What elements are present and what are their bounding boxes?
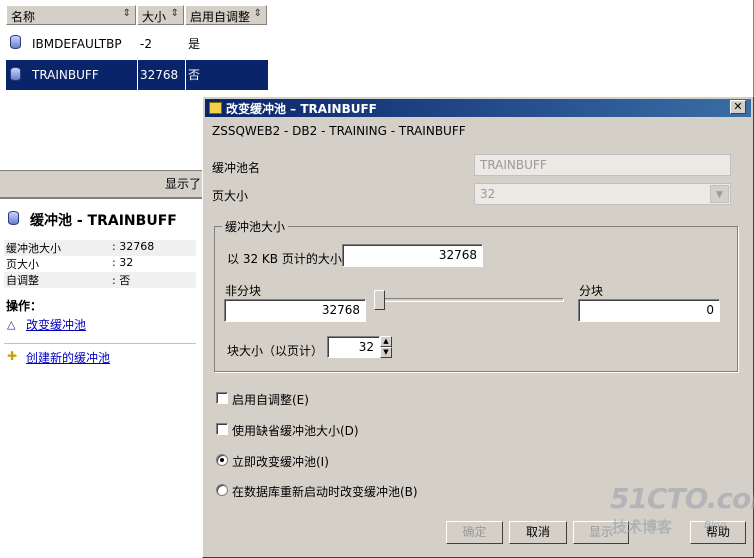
prop-value: : 否 (112, 274, 131, 287)
spin-down-icon[interactable]: ▼ (380, 347, 392, 358)
sort-icon: ⇕ (122, 8, 131, 19)
default-size-checkbox[interactable] (216, 423, 228, 435)
slider-track[interactable] (374, 298, 564, 302)
operations-heading: 操作： (6, 299, 43, 313)
add-icon: ✚ (7, 349, 18, 363)
page-size-select[interactable]: 32 (474, 183, 731, 205)
dialog-app-icon (209, 102, 222, 114)
dialog-title: 改变缓冲池 – TRAINBUFF (226, 102, 377, 116)
nonblock-label: 非分块 (225, 284, 262, 298)
database-icon (8, 211, 19, 225)
on-restart-label[interactable]: 在数据库重新启动时改变缓冲池(B) (232, 483, 418, 500)
prop-row: 缓冲池大小 : 32768 (4, 240, 196, 256)
block-input[interactable]: 0 (578, 299, 720, 322)
watermark-sub: 技术博客 (612, 518, 673, 536)
close-button[interactable]: ✕ (730, 100, 746, 114)
cell-divider (137, 60, 138, 90)
watermark-logo: 51CTO.com (610, 482, 754, 515)
block-label: 分块 (579, 284, 604, 298)
prop-label: 缓冲池大小 (6, 242, 61, 255)
nonblock-input[interactable]: 32768 (224, 299, 366, 322)
details-title: 缓冲池 - TRAINBUFF (30, 213, 177, 229)
auto-tune-label[interactable]: 启用自调整(E) (232, 391, 309, 408)
column-header-name[interactable]: 名称 ⇕ (6, 5, 136, 25)
blocksize-input[interactable]: 32 (327, 336, 380, 358)
column-header-size[interactable]: 大小 ⇕ (137, 5, 184, 25)
row-size: -2 (140, 37, 152, 51)
column-header-label: 启用自调整 (190, 10, 251, 24)
row-size: 32768 (140, 68, 179, 82)
page-size-label: 页大小 (212, 189, 249, 203)
spin-up-icon[interactable]: ▲ (380, 336, 392, 347)
on-restart-radio[interactable] (216, 484, 228, 496)
size-input[interactable]: 32768 (342, 244, 483, 267)
immediate-label[interactable]: 立即改变缓冲池(I) (232, 453, 329, 470)
prop-value: : 32 (112, 256, 134, 269)
watermark-blog: Blog (704, 520, 727, 531)
auto-tune-checkbox[interactable] (216, 392, 228, 404)
dialog-subtitle: ZSSQWEB2 - DB2 - TRAINING - TRAINBUFF (212, 124, 466, 138)
page-size-value: 32 (480, 187, 496, 201)
warning-triangle-icon: △ (7, 318, 16, 331)
row-autotune: 是 (188, 37, 201, 51)
create-bufferpool-link[interactable]: 创建新的缓冲池 (26, 349, 110, 366)
close-icon: ✕ (733, 100, 743, 113)
database-icon (10, 35, 21, 49)
status-text: 显示了 (165, 177, 202, 191)
ok-button[interactable]: 确定 (446, 521, 503, 544)
blocksize-label: 块大小（以页计） (227, 344, 324, 358)
alter-bufferpool-link[interactable]: 改变缓冲池 (26, 316, 86, 333)
prop-row: 页大小 : 32 (4, 256, 196, 272)
group-legend: 缓冲池大小 (222, 218, 289, 235)
database-icon (10, 67, 21, 81)
sort-icon: ⇕ (253, 8, 262, 19)
row-autotune: 否 (188, 68, 201, 82)
slider-thumb[interactable] (374, 290, 385, 310)
prop-value: : 32768 (112, 240, 155, 253)
divider (4, 343, 196, 344)
row-name: IBMDEFAULTBP (32, 37, 122, 51)
bufferpool-name-field[interactable]: TRAINBUFF (474, 154, 731, 176)
size-label: 以 32 KB 页计的大小 (227, 252, 342, 266)
chevron-down-icon[interactable]: ▼ (710, 185, 729, 203)
column-header-label: 大小 (142, 10, 167, 24)
bufferpool-name-label: 缓冲池名 (212, 161, 261, 175)
prop-label: 页大小 (6, 258, 39, 271)
column-header-label: 名称 (11, 10, 36, 24)
cell-divider (185, 60, 186, 90)
cancel-button[interactable]: 取消 (509, 521, 567, 544)
default-size-label[interactable]: 使用缺省缓冲池大小(D) (232, 422, 359, 439)
immediate-radio[interactable] (216, 454, 228, 466)
prop-label: 自调整 (6, 274, 39, 287)
prop-row: 自调整 : 否 (4, 272, 196, 288)
column-header-autotune[interactable]: 启用自调整 ⇕ (185, 5, 267, 25)
sort-icon: ⇕ (170, 8, 179, 19)
row-name: TRAINBUFF (32, 68, 99, 82)
